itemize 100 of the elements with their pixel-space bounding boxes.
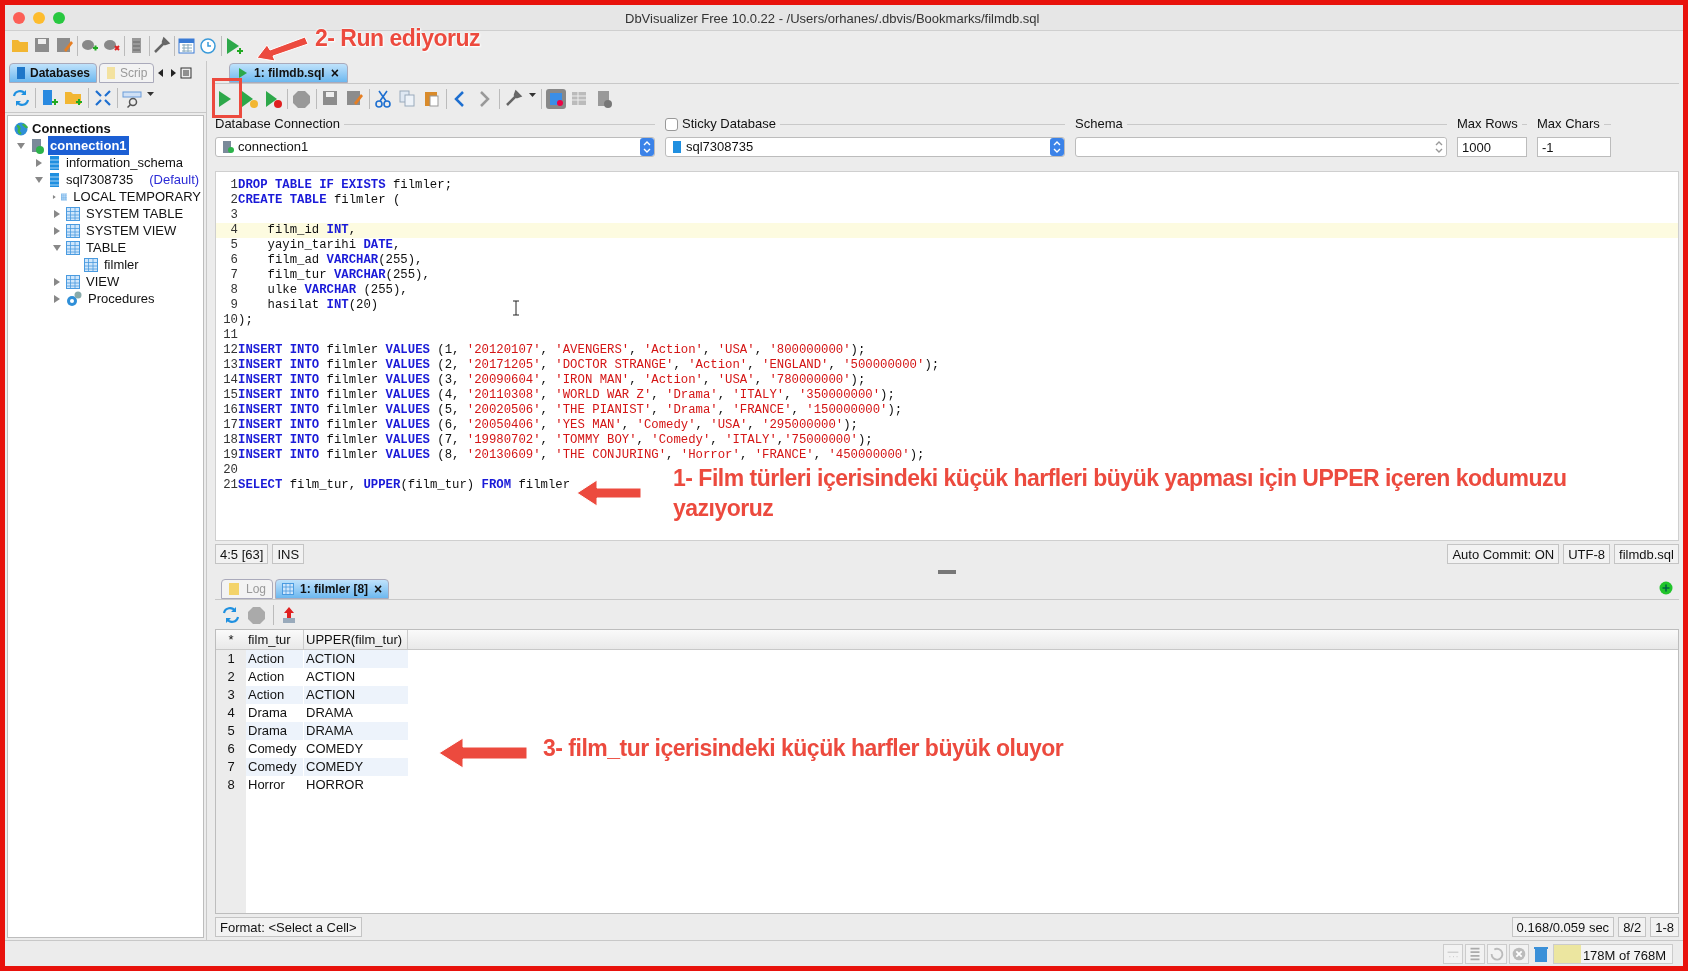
- sidebar-tab[interactable]: Databases: [9, 63, 98, 83]
- line-number: 1: [229, 178, 238, 193]
- code-line: INSERT INTO filmler VALUES (3, '20090604', 'IRON MAN', 'Action', 'USA', '780000000');: [238, 373, 866, 388]
- code-line: film_tur VARCHAR(255),: [266, 268, 430, 283]
- scissors-icon[interactable]: [374, 88, 394, 109]
- expand-arrow-icon[interactable]: [52, 208, 62, 219]
- code-line: INSERT INTO filmler VALUES (4, '20110308', 'WORLD WAR Z', 'Drama', 'ITALY', '350000000');: [238, 388, 895, 403]
- copy-icon[interactable]: [398, 88, 418, 109]
- line-number: 6: [229, 253, 238, 268]
- table-cell-text: COMEDY: [305, 740, 365, 758]
- run-current-icon[interactable]: [239, 88, 259, 109]
- expand-arrow-icon[interactable]: [52, 225, 62, 236]
- row-number: 3: [226, 686, 236, 704]
- database-check-icon: [30, 137, 44, 154]
- add-icon[interactable]: [1659, 581, 1673, 595]
- zoom-button[interactable]: [53, 11, 65, 24]
- line-number: 14: [222, 373, 238, 388]
- layout-icon[interactable]: [546, 88, 566, 109]
- code-line: SELECT film_tur, UPPER(film_tur) FROM filmler: [238, 478, 571, 493]
- table-cell-text: ACTION: [305, 668, 357, 686]
- code-line: INSERT INTO filmler VALUES (7, '19980702', 'TOMMY BOY', 'Comedy', 'ITALY','75000000');: [238, 433, 873, 448]
- max-chars-field[interactable]: -1: [1537, 137, 1611, 157]
- row-number: 8: [226, 776, 236, 794]
- text-cursor-icon: [512, 300, 520, 316]
- code-line: film_ad VARCHAR(255),: [266, 253, 423, 268]
- table-icon: [84, 257, 98, 272]
- column-header[interactable]: *: [216, 630, 246, 649]
- arrow: [575, 478, 643, 508]
- line-number: 20: [222, 463, 238, 478]
- code-line: CREATE TABLE filmler (: [238, 193, 401, 208]
- code-editor[interactable]: [215, 171, 1679, 541]
- database-add-icon[interactable]: [40, 87, 60, 108]
- close-button[interactable]: [13, 11, 25, 24]
- gears-icon: [66, 290, 82, 307]
- max-rows-field[interactable]: 1000: [1457, 137, 1527, 157]
- field-label: Max Chars: [1537, 115, 1600, 134]
- table-cell-text: DRAMA: [305, 704, 354, 722]
- close-tab-icon[interactable]: ×: [374, 578, 383, 600]
- line-number: 15: [222, 388, 238, 403]
- highlight-box: [212, 78, 242, 118]
- play-add-icon[interactable]: [224, 36, 244, 56]
- code-line: INSERT INTO filmler VALUES (5, '20020506', 'THE PIANIST', 'Drama', 'FRANCE', '150000000');: [238, 403, 903, 418]
- editor-tab[interactable]: 1: filmdb.sql ×: [229, 63, 348, 83]
- run-buffer-icon[interactable]: [263, 88, 283, 109]
- clock-icon[interactable]: [199, 36, 219, 56]
- sticky-checkbox[interactable]: [665, 117, 678, 131]
- refresh-icon[interactable]: [11, 87, 31, 108]
- results-tab[interactable]: 1: filmler [8] ×: [275, 579, 390, 599]
- status-field: 4:5 [63]: [215, 544, 269, 564]
- grid-dots-icon[interactable]: [1443, 943, 1463, 964]
- splitter-handle[interactable]: [938, 570, 956, 574]
- column-header[interactable]: film_tur: [246, 630, 304, 649]
- format-field: Format: <Select a Cell>: [215, 917, 362, 937]
- code-line: INSERT INTO filmler VALUES (8, '20130609', 'THE CONJURING', 'Horror', 'FRANCE', '450000000');: [238, 448, 925, 463]
- connection-select[interactable]: connection1: [215, 137, 655, 157]
- column-header[interactable]: UPPER(film_tur): [304, 630, 408, 649]
- script-icon: [106, 66, 117, 80]
- database-icon: [48, 154, 60, 171]
- refresh-icon[interactable]: [1487, 943, 1507, 964]
- memory-meter[interactable]: 178M of 768M: [1553, 943, 1673, 964]
- status-field: INS: [272, 544, 305, 564]
- code-line: INSERT INTO filmler VALUES (6, '20050406', 'YES MAN', 'Comedy', 'USA', '295000000');: [238, 418, 858, 433]
- note-icon: [228, 582, 240, 596]
- database-check-icon: [222, 140, 234, 154]
- refresh-icon[interactable]: [221, 604, 241, 625]
- collapse-icon[interactable]: [93, 87, 113, 108]
- status-field: UTF-8: [1563, 544, 1611, 564]
- stop-icon[interactable]: [247, 604, 267, 625]
- calendar-icon[interactable]: [177, 36, 197, 56]
- globe-icon: [14, 121, 28, 136]
- run-icon: [238, 67, 248, 79]
- close-tab-icon[interactable]: ×: [330, 62, 339, 84]
- line-number: 4: [229, 223, 238, 238]
- expand-arrow-icon[interactable]: [34, 157, 44, 168]
- status-field: filmdb.sql: [1614, 544, 1679, 564]
- database-select[interactable]: sql7308735: [665, 137, 1065, 157]
- field-label: Sticky Database: [682, 115, 776, 134]
- line-number: 17: [222, 418, 238, 433]
- line-number: 16: [222, 403, 238, 418]
- collapse-arrow-icon[interactable]: [16, 140, 26, 151]
- table-cell: COMEDY: [304, 758, 408, 776]
- line-number: 21: [222, 478, 238, 493]
- annotation-text: 2- Run ediyoruz: [315, 24, 480, 53]
- default-label: (Default): [149, 170, 200, 189]
- row-number: 7: [226, 758, 236, 776]
- stop-icon[interactable]: [292, 88, 312, 109]
- collapse-arrow-icon[interactable]: [52, 242, 62, 253]
- collapse-arrow-icon[interactable]: [34, 174, 44, 185]
- line-number: 18: [222, 433, 238, 448]
- dropdown-stepper-icon: [640, 138, 654, 156]
- table-cell: Action: [246, 650, 304, 668]
- list-icon[interactable]: [1465, 943, 1485, 964]
- table-cell: Comedy: [246, 758, 304, 776]
- tree-item[interactable]: connection1: [48, 135, 129, 156]
- expand-arrow-icon[interactable]: [52, 276, 62, 287]
- code-line: film_id INT,: [266, 223, 357, 238]
- line-number: 11: [222, 328, 238, 343]
- schema-select[interactable]: [1075, 137, 1447, 157]
- expand-arrow-icon[interactable]: [52, 293, 62, 304]
- code-line: );: [238, 313, 253, 328]
